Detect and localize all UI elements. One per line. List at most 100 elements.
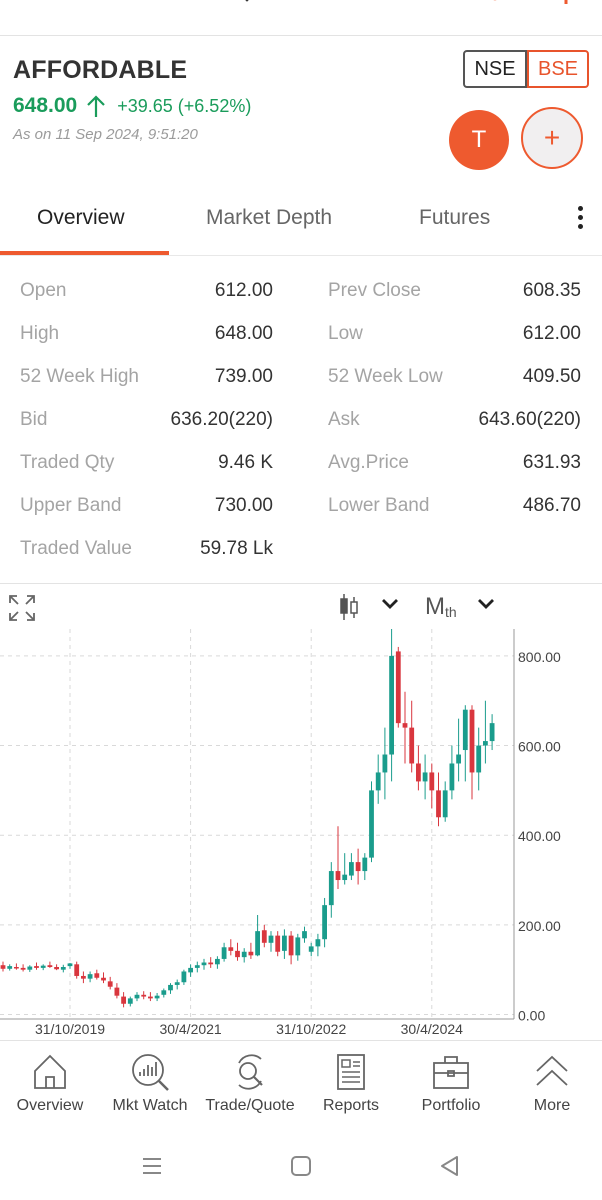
candle-body [282, 935, 287, 951]
stock-symbol: AFFORDABLE [13, 56, 188, 84]
stat-row: Bid 636.20(220) Ask 643.60(220) [0, 409, 602, 439]
exchange-nse-button[interactable]: NSE [463, 50, 527, 88]
stat-label: Bid [20, 409, 48, 430]
candle-body [215, 958, 220, 965]
candle-body [40, 965, 46, 968]
candlestick-chart[interactable]: 800.00 600.00 400.00 200.00 0.00 31/10/2019 30… [0, 629, 602, 1040]
top-app-bar [0, 0, 602, 36]
nav-overview[interactable]: Overview [0, 1051, 100, 1115]
stat-label: Avg.Price [328, 452, 409, 473]
market-watch-icon [132, 1054, 169, 1091]
back-icon[interactable] [436, 1152, 464, 1180]
candle-body [60, 967, 66, 970]
tab-bar: Overview Market Depth Futures [0, 186, 602, 256]
price-row: 648.00 +39.65 (+6.52%) [13, 94, 251, 118]
nav-label: Portfolio [421, 1097, 481, 1114]
timestamp: As on 11 Sep 2024, 9:51:20 [13, 126, 198, 143]
tab-overview[interactable]: Overview [37, 206, 125, 230]
candlestick-icon[interactable] [338, 592, 360, 622]
candle-body [148, 996, 153, 999]
candle-body [429, 772, 435, 791]
price-chart[interactable]: 800.00 600.00 400.00 200.00 0.00 31/10/2019 30… [0, 629, 602, 1040]
alert-icon[interactable] [485, 0, 505, 6]
candle-body [208, 962, 214, 965]
interval-suffix: th [445, 604, 457, 620]
candle-body [47, 965, 53, 967]
overflow-menu-icon[interactable] [576, 206, 584, 232]
candle-body [483, 741, 488, 746]
tab-market-depth[interactable]: Market Depth [206, 206, 332, 230]
candle-body [94, 973, 100, 978]
chevron-down-icon[interactable] [476, 597, 496, 611]
candle-body [181, 971, 187, 983]
nav-label: Trade/Quote [205, 1097, 295, 1114]
nav-portfolio[interactable]: Portfolio [401, 1051, 501, 1115]
candle-body [20, 967, 26, 970]
home-button-icon[interactable] [287, 1152, 315, 1180]
candle-body [34, 966, 39, 968]
candle-body [188, 967, 193, 973]
stat-value: 409.50 [522, 366, 581, 387]
nav-mkt-watch[interactable]: Mkt Watch [100, 1051, 200, 1115]
stat-row: 52 Week High 739.00 52 Week Low 409.50 [0, 366, 602, 396]
stat-value: 739.00 [214, 366, 273, 387]
candle-body [7, 966, 13, 969]
stat-value: 631.93 [522, 452, 581, 473]
stat-value: 612.00 [214, 280, 273, 301]
nav-reports[interactable]: Reports [301, 1051, 401, 1115]
nav-label: Reports [322, 1097, 380, 1114]
nav-trade-quote[interactable]: Trade/Quote [200, 1051, 300, 1115]
stat-label: Open [20, 280, 67, 301]
stat-row: Traded Value 59.78 Lk [0, 538, 602, 568]
y-tick-label: 0.00 [518, 1008, 545, 1024]
x-tick-label: 31/10/2022 [276, 1021, 346, 1037]
chevron-down-icon[interactable] [380, 597, 400, 611]
stat-value: 730.00 [214, 495, 273, 516]
candle-body [355, 862, 361, 872]
candle-body [134, 994, 140, 999]
expand-icon[interactable] [8, 594, 36, 622]
candle-body [342, 874, 348, 881]
stat-label: Traded Qty [20, 452, 115, 473]
interval-selector[interactable]: Mth [425, 593, 457, 621]
candle-body [335, 871, 341, 881]
candle-body [449, 763, 455, 791]
back-arrow-icon[interactable] [237, 0, 257, 6]
stat-label: Prev Close [328, 280, 421, 301]
arrow-up-icon [87, 95, 106, 117]
stat-label: High [20, 323, 60, 344]
exchange-bse-button[interactable]: BSE [527, 50, 589, 88]
stat-row: Traded Qty 9.46 K Avg.Price 631.93 [0, 452, 602, 482]
order-icon[interactable] [552, 0, 580, 6]
candle-body [362, 857, 368, 872]
tab-futures[interactable]: Futures [419, 206, 490, 230]
add-to-watchlist-button[interactable]: + [521, 107, 583, 169]
stat-label: 52 Week High [20, 366, 139, 387]
price-change: +39.65 (+6.52%) [117, 95, 252, 116]
candle-body [74, 964, 80, 976]
candle-body [168, 984, 173, 991]
stat-label: Lower Band [328, 495, 430, 516]
interval-label: M [425, 593, 445, 620]
candle-body [27, 966, 33, 970]
trade-button[interactable]: T [449, 110, 509, 170]
nav-more[interactable]: More [502, 1051, 602, 1115]
trade-quote-icon [238, 1054, 263, 1090]
candle-body [382, 754, 388, 773]
stat-value: 59.78 Lk [200, 538, 273, 559]
candle-body [462, 709, 468, 751]
candle-body [328, 871, 334, 906]
stat-label: Upper Band [20, 495, 122, 516]
candle-body [81, 975, 86, 979]
recents-icon[interactable] [138, 1152, 166, 1180]
stat-value: 643.60(220) [478, 409, 581, 430]
candle-body [349, 862, 354, 876]
candle-body [235, 950, 240, 958]
stat-label: 52 Week Low [328, 366, 443, 387]
y-tick-label: 800.00 [518, 649, 561, 665]
chart-toolbar: Mth [0, 585, 602, 629]
portfolio-icon [433, 1056, 469, 1089]
candle-body [67, 963, 73, 967]
y-tick-label: 200.00 [518, 918, 561, 934]
stat-value: 648.00 [214, 323, 273, 344]
